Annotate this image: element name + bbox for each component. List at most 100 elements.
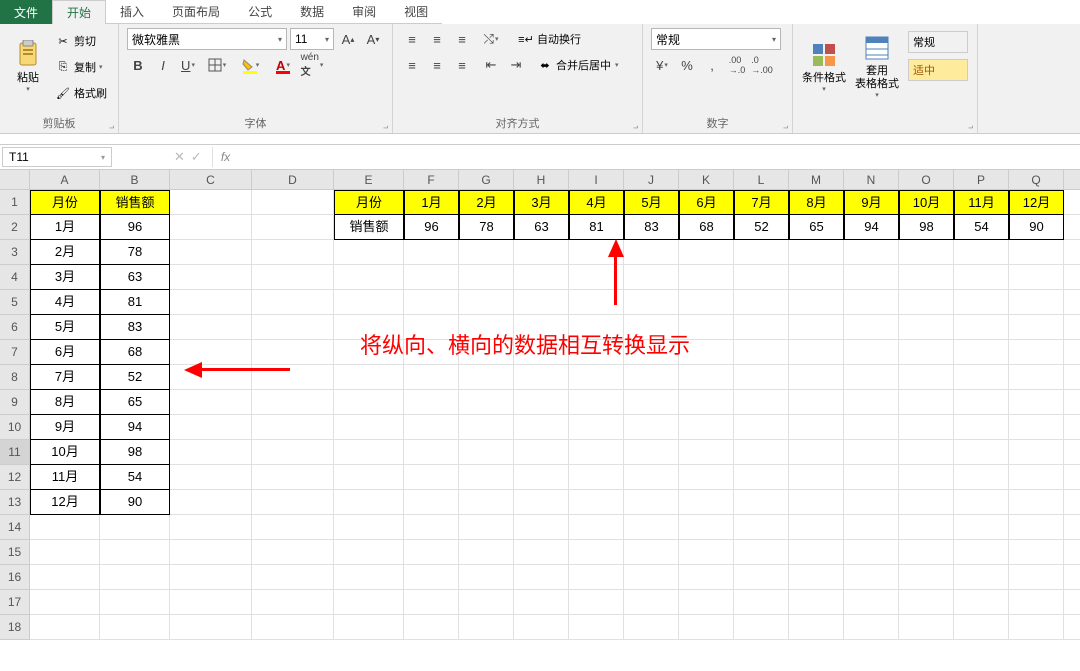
cell[interactable] — [679, 565, 734, 590]
cell[interactable] — [1009, 565, 1064, 590]
cell[interactable] — [1009, 265, 1064, 290]
cell[interactable] — [734, 490, 789, 515]
cell[interactable]: 52 — [734, 215, 789, 240]
cell[interactable] — [569, 440, 624, 465]
column-header[interactable]: Q — [1009, 170, 1064, 190]
cell[interactable] — [569, 490, 624, 515]
cell[interactable] — [624, 240, 679, 265]
cell[interactable] — [1009, 340, 1064, 365]
column-header[interactable]: F — [404, 170, 459, 190]
cell[interactable] — [899, 315, 954, 340]
cell[interactable] — [624, 540, 679, 565]
cell[interactable] — [844, 315, 899, 340]
cell[interactable] — [1009, 365, 1064, 390]
cell[interactable] — [569, 615, 624, 640]
cell[interactable] — [624, 515, 679, 540]
cell[interactable]: 9月 — [844, 190, 899, 215]
merge-center-button[interactable]: ⬌合并后居中 — [534, 54, 622, 76]
cell[interactable] — [679, 265, 734, 290]
cell[interactable]: 6月 — [679, 190, 734, 215]
paste-button[interactable]: 粘贴 ▾ — [6, 26, 50, 106]
spreadsheet-grid[interactable]: ABCDEFGHIJKLMNOPQR 123456789101112131415… — [0, 170, 1080, 670]
cell[interactable] — [789, 440, 844, 465]
cell[interactable] — [170, 290, 252, 315]
column-header[interactable]: P — [954, 170, 1009, 190]
formula-input[interactable] — [238, 145, 1080, 169]
cell[interactable] — [899, 265, 954, 290]
column-header[interactable]: G — [459, 170, 514, 190]
cell[interactable] — [1064, 365, 1080, 390]
cell[interactable] — [252, 240, 334, 265]
cell[interactable] — [170, 240, 252, 265]
cell[interactable] — [100, 565, 170, 590]
border-button[interactable] — [202, 54, 232, 76]
cell[interactable] — [1064, 565, 1080, 590]
cell[interactable]: 68 — [679, 215, 734, 240]
cell[interactable] — [569, 390, 624, 415]
cell[interactable] — [789, 515, 844, 540]
align-right-icon[interactable]: ≡ — [451, 54, 473, 76]
number-format-combo[interactable]: 常规▾ — [651, 28, 781, 50]
select-all-corner[interactable] — [0, 170, 30, 190]
cell[interactable]: 83 — [100, 315, 170, 340]
cell[interactable] — [334, 465, 404, 490]
cell[interactable] — [252, 290, 334, 315]
cell[interactable] — [954, 415, 1009, 440]
cell[interactable] — [679, 290, 734, 315]
cell[interactable] — [30, 540, 100, 565]
cell[interactable] — [404, 615, 459, 640]
cell[interactable] — [404, 515, 459, 540]
column-header[interactable]: N — [844, 170, 899, 190]
cell[interactable] — [734, 440, 789, 465]
cell[interactable] — [569, 540, 624, 565]
cell[interactable] — [1064, 615, 1080, 640]
cell[interactable] — [252, 190, 334, 215]
cell[interactable] — [899, 415, 954, 440]
cell[interactable]: 63 — [514, 215, 569, 240]
cell[interactable] — [734, 465, 789, 490]
cell[interactable] — [734, 565, 789, 590]
row-header[interactable]: 9 — [0, 390, 30, 415]
cell-styles-gallery[interactable]: 常规 适中 — [905, 26, 971, 86]
cell[interactable]: 10月 — [30, 440, 100, 465]
cell[interactable] — [954, 515, 1009, 540]
cell[interactable] — [252, 615, 334, 640]
cell[interactable]: 78 — [100, 240, 170, 265]
cell[interactable]: 8月 — [30, 390, 100, 415]
font-color-button[interactable]: A — [268, 54, 298, 76]
cell[interactable] — [252, 415, 334, 440]
cell[interactable] — [1009, 240, 1064, 265]
copy-button[interactable]: ⎘复制▾ — [52, 56, 110, 78]
cell[interactable] — [789, 490, 844, 515]
cell[interactable] — [844, 340, 899, 365]
cut-button[interactable]: ✂剪切 — [52, 30, 110, 52]
cell[interactable] — [844, 290, 899, 315]
font-name-combo[interactable]: 微软雅黑▾ — [127, 28, 287, 50]
cell[interactable] — [954, 565, 1009, 590]
cell[interactable] — [899, 465, 954, 490]
cell[interactable] — [954, 465, 1009, 490]
cell[interactable] — [334, 390, 404, 415]
cell[interactable] — [1064, 290, 1080, 315]
cell[interactable] — [789, 365, 844, 390]
cell[interactable] — [459, 415, 514, 440]
cell[interactable] — [404, 390, 459, 415]
cell[interactable] — [100, 515, 170, 540]
cell[interactable] — [170, 340, 252, 365]
cell[interactable]: 78 — [459, 215, 514, 240]
cell[interactable] — [334, 540, 404, 565]
cell[interactable] — [734, 615, 789, 640]
cell[interactable] — [334, 290, 404, 315]
cell[interactable] — [170, 615, 252, 640]
cell[interactable] — [459, 390, 514, 415]
cell[interactable]: 1月 — [404, 190, 459, 215]
cell[interactable] — [734, 290, 789, 315]
cell[interactable] — [624, 565, 679, 590]
cell[interactable]: 4月 — [569, 190, 624, 215]
row-header[interactable]: 15 — [0, 540, 30, 565]
cell[interactable] — [334, 240, 404, 265]
cell[interactable] — [514, 615, 569, 640]
cell[interactable]: 68 — [100, 340, 170, 365]
cell[interactable] — [1009, 615, 1064, 640]
tab-view[interactable]: 视图 — [390, 0, 442, 24]
